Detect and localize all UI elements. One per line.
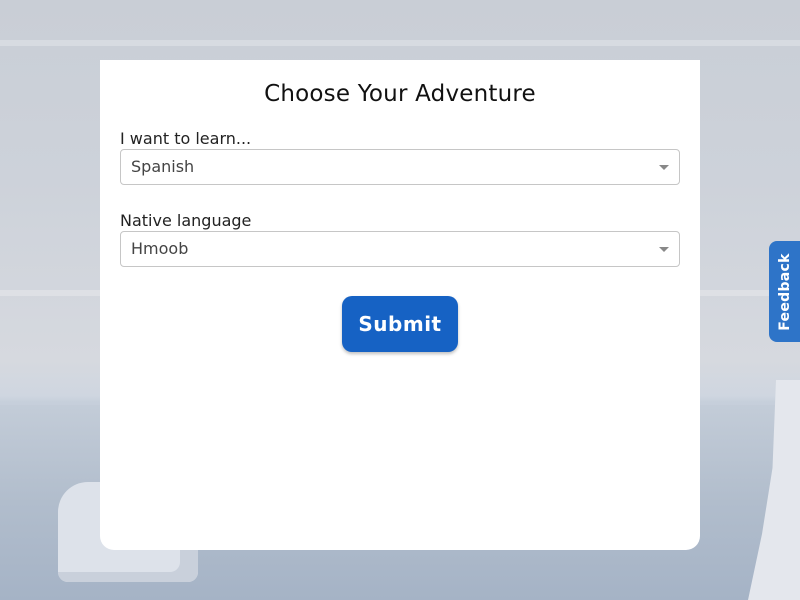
native-language-select[interactable]: Hmoob [120, 231, 680, 267]
learn-language-select[interactable]: Spanish [120, 149, 680, 185]
learn-language-field: I want to learn... Spanish [120, 129, 680, 185]
submit-button[interactable]: Submit [342, 296, 458, 352]
native-language-value: Hmoob [131, 239, 189, 258]
learn-language-label: I want to learn... [120, 129, 252, 148]
native-language-label: Native language [120, 211, 252, 230]
feedback-tab[interactable]: Feedback [769, 241, 800, 342]
learn-language-value: Spanish [131, 157, 195, 176]
native-language-field: Native language Hmoob [120, 211, 680, 267]
page-title: Choose Your Adventure [264, 81, 536, 107]
feedback-label: Feedback [776, 252, 793, 331]
adventure-card: Choose Your Adventure I want to learn...… [100, 60, 700, 550]
sky-stripe [0, 40, 800, 46]
dropdown-caret-icon [659, 165, 669, 170]
dropdown-caret-icon [659, 247, 669, 252]
